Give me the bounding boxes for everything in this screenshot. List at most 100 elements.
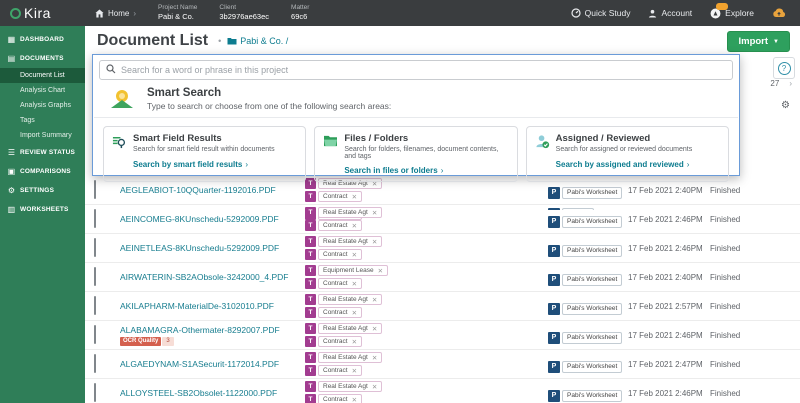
status-label: Finished (701, 215, 800, 224)
sidebar-subitem-tags[interactable]: Tags (0, 113, 85, 128)
tag-label: Contract (323, 222, 348, 229)
status-label: Finished (701, 273, 800, 282)
search-input[interactable] (121, 65, 726, 75)
search-bar[interactable] (99, 60, 733, 80)
sidebar-item-documents[interactable]: ▤ DOCUMENTS (0, 49, 85, 68)
files-folders-icon (323, 133, 338, 160)
table-row: ALLOYSTEEL-SB2Obsolet-1122000.PDF T Real… (85, 379, 800, 403)
tag-badge: T Equipment Lease✕ (305, 265, 539, 276)
worksheet-icon: P (548, 390, 560, 402)
card-description: Search for assigned or reviewed document… (556, 146, 693, 153)
sidebar-item-review-status[interactable]: ☰ REVIEW STATUS (0, 143, 85, 162)
document-name-link[interactable]: AIRWATERIN-SB2AObsole-3242000_4.PDF (120, 272, 296, 282)
search-area-card[interactable]: Smart Field Results Search for smart fie… (103, 126, 306, 182)
help-button[interactable]: ? (773, 57, 795, 79)
breadcrumb-project-folder[interactable]: Pabi & Co. / (227, 36, 288, 46)
sidebar-item-comparisons[interactable]: ▣ COMPARISONS (0, 162, 85, 181)
worksheet-badge[interactable]: P Pabi's Worksheet (548, 361, 622, 373)
tag-remove-icon[interactable]: ✕ (372, 209, 377, 217)
document-name-link[interactable]: AKILAPHARM-MaterialDe-3102010.PDF (120, 301, 296, 311)
tags-cell: T Real Estate Agt✕ T Contract✕ (296, 352, 539, 376)
worksheet-badge[interactable]: P Pabi's Worksheet (548, 245, 622, 257)
row-checkbox[interactable] (94, 325, 96, 344)
dashboard-icon: ▦ (7, 35, 16, 44)
sidebar-subitem-document-list[interactable]: Document List (0, 68, 85, 83)
import-date: 17 Feb 2021 2:40PM (619, 273, 701, 282)
sidebar-subitem-analysis-chart[interactable]: Analysis Chart (0, 83, 85, 98)
pagination-next-icon[interactable]: › (789, 79, 792, 88)
smart-search-icon (109, 90, 135, 108)
project-label: Project Name (158, 4, 197, 12)
quick-study-button[interactable]: Quick Study (571, 8, 631, 18)
row-checkbox[interactable] (94, 383, 96, 402)
pagination: 27 › (770, 79, 792, 88)
search-area-card[interactable]: Assigned / Reviewed Search for assigned … (526, 126, 729, 182)
document-name-link[interactable]: ALABAMAGRA-Othermater-8292007.PDF (120, 325, 296, 335)
sidebar-item-worksheets[interactable]: ▥ WORKSHEETS (0, 200, 85, 219)
kira-logo[interactable]: Kira (0, 5, 85, 21)
tag-icon: T (305, 381, 316, 392)
tag-icon: T (305, 278, 316, 289)
row-checkbox[interactable] (94, 209, 96, 228)
worksheet-badge[interactable]: P Pabi's Worksheet (548, 216, 622, 228)
sidebar-subitem-import-summary[interactable]: Import Summary (0, 128, 85, 143)
worksheet-badge[interactable]: P Pabi's Worksheet (548, 390, 622, 402)
breadcrumb-separator: • (218, 36, 221, 46)
tag-remove-icon[interactable]: ✕ (378, 267, 383, 275)
tag-remove-icon[interactable]: ✕ (352, 338, 357, 346)
tag-remove-icon[interactable]: ✕ (352, 193, 357, 201)
card-title: Smart Field Results (133, 133, 275, 144)
worksheet-badge[interactable]: P Pabi's Worksheet (548, 274, 622, 286)
breadcrumb-home[interactable]: Home › (95, 9, 136, 18)
kira-logo-icon (10, 8, 21, 19)
tag-label: Real Estate Agt (323, 383, 368, 390)
account-button[interactable]: Account (648, 8, 692, 18)
status-label: Finished (701, 302, 800, 311)
tag-icon: T (305, 265, 316, 276)
sidebar-item-dashboard[interactable]: ▦ DASHBOARD (0, 30, 85, 49)
sidebar: ▦ DASHBOARD ▤ DOCUMENTS Document List An… (0, 26, 85, 403)
tag-remove-icon[interactable]: ✕ (352, 280, 357, 288)
card-link[interactable]: Search in files or folders› (344, 166, 508, 175)
tag-remove-icon[interactable]: ✕ (352, 251, 357, 259)
sidebar-item-settings[interactable]: ⚙ SETTINGS (0, 181, 85, 200)
tag-remove-icon[interactable]: ✕ (372, 296, 377, 304)
worksheet-badge[interactable]: P Pabi's Worksheet (548, 332, 622, 344)
project-value: Pabi & Co. (158, 12, 197, 21)
worksheet-badge[interactable]: P Pabi's Worksheet (548, 303, 622, 315)
table-row: AKILAPHARM-MaterialDe-3102010.PDF T Real… (85, 292, 800, 321)
topbar-actions: Quick Study Account Explore (571, 8, 800, 19)
row-checkbox[interactable] (94, 354, 96, 373)
tag-label: Contract (323, 251, 348, 258)
document-name-link[interactable]: AEINCOMEG-8KUnschedu-5292009.PDF (120, 214, 296, 224)
smart-field-icon (112, 133, 127, 154)
row-checkbox[interactable] (94, 296, 96, 315)
tag-badge: T Contract✕ (305, 249, 539, 260)
tag-remove-icon[interactable]: ✕ (372, 238, 377, 246)
sidebar-subitem-analysis-graphs[interactable]: Analysis Graphs (0, 98, 85, 113)
card-link[interactable]: Search by smart field results› (133, 160, 297, 169)
tag-remove-icon[interactable]: ✕ (372, 354, 377, 362)
chevron-down-icon: ▼ (773, 39, 779, 45)
tag-remove-icon[interactable]: ✕ (352, 309, 357, 317)
tag-remove-icon[interactable]: ✕ (352, 222, 357, 230)
tag-remove-icon[interactable]: ✕ (352, 396, 357, 403)
document-name-link[interactable]: ALGAEDYNAM-S1ASecurit-1172014.PDF (120, 359, 296, 369)
upload-cloud-icon[interactable] (772, 8, 786, 18)
document-name-link[interactable]: AEINETLEAS-8KUnschedu-5292009.PDF (120, 243, 296, 253)
card-link[interactable]: Search by assigned and reviewed› (556, 160, 720, 169)
tag-remove-icon[interactable]: ✕ (352, 367, 357, 375)
table-settings-gear-icon[interactable]: ⚙ (781, 100, 790, 111)
chevron-right-icon: › (133, 9, 136, 18)
tag-remove-icon[interactable]: ✕ (372, 325, 377, 333)
tag-remove-icon[interactable]: ✕ (372, 383, 377, 391)
document-name-link[interactable]: ALLOYSTEEL-SB2Obsolet-1122000.PDF (120, 388, 296, 398)
tag-badge: T Contract✕ (305, 191, 539, 202)
search-area-cards: Smart Field Results Search for smart fie… (93, 118, 739, 190)
explore-button[interactable]: Explore (710, 8, 754, 19)
row-checkbox[interactable] (94, 238, 96, 257)
import-button[interactable]: Import ▼ (727, 31, 790, 52)
row-checkbox[interactable] (94, 267, 96, 286)
search-area-card[interactable]: Files / Folders Search for folders, file… (314, 126, 517, 182)
tags-cell: T Real Estate Agt✕ T Contract✕ (296, 381, 539, 403)
